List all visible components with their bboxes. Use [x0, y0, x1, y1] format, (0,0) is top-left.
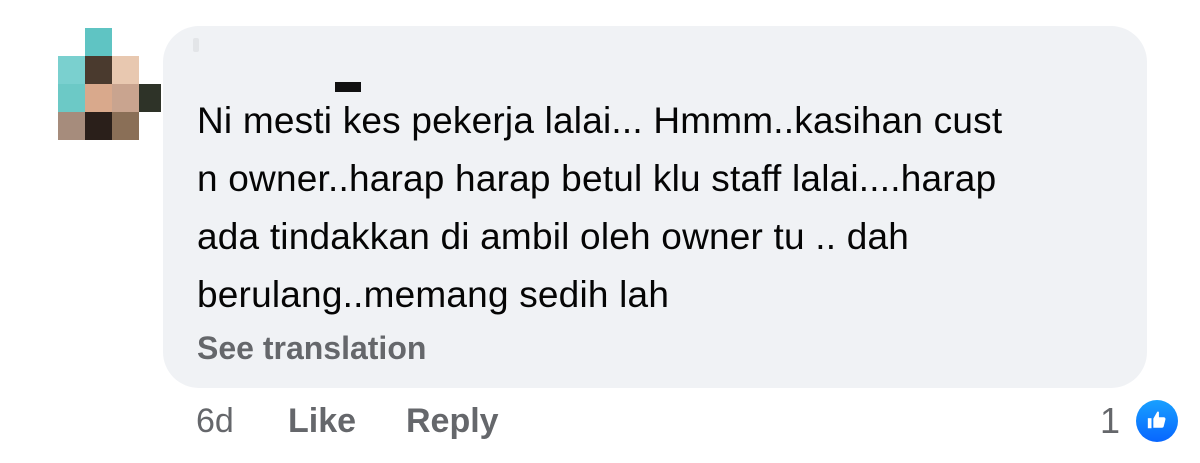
avatar-pixel: [139, 84, 161, 112]
avatar-pixel: [58, 56, 85, 84]
avatar[interactable]: [58, 28, 168, 140]
thumbs-up-icon: [1132, 396, 1182, 446]
see-translation-link[interactable]: See translation: [197, 330, 426, 367]
avatar-pixel: [112, 56, 139, 84]
like-button[interactable]: Like: [288, 402, 356, 441]
comment-text: Ni mesti kes pekerja lalai... Hmmm..kasi…: [197, 92, 1127, 324]
comment-line: berulang..memang sedih lah: [197, 274, 670, 315]
reply-button[interactable]: Reply: [406, 402, 499, 441]
commenter-name-redacted: [193, 38, 199, 52]
avatar-pixel: [85, 84, 112, 112]
comment-line: n owner..harap harap betul klu staff lal…: [197, 158, 997, 199]
avatar-pixel: [85, 112, 112, 140]
timestamp[interactable]: 6d: [196, 402, 234, 441]
comment-line: Ni mesti kes pekerja lalai... Hmmm..kasi…: [197, 100, 1003, 141]
reaction-count: 1: [1100, 400, 1121, 441]
redaction-bar: [335, 82, 361, 92]
comment-line: ada tindakkan di ambil oleh owner tu .. …: [197, 216, 910, 257]
avatar-pixel: [58, 84, 85, 112]
avatar-pixel: [85, 56, 112, 84]
avatar-pixel: [112, 84, 139, 112]
avatar-pixel: [112, 112, 139, 140]
comment-item: Ni mesti kes pekerja lalai... Hmmm..kasi…: [0, 0, 1200, 463]
avatar-pixel: [58, 112, 85, 140]
avatar-pixel: [85, 28, 112, 56]
